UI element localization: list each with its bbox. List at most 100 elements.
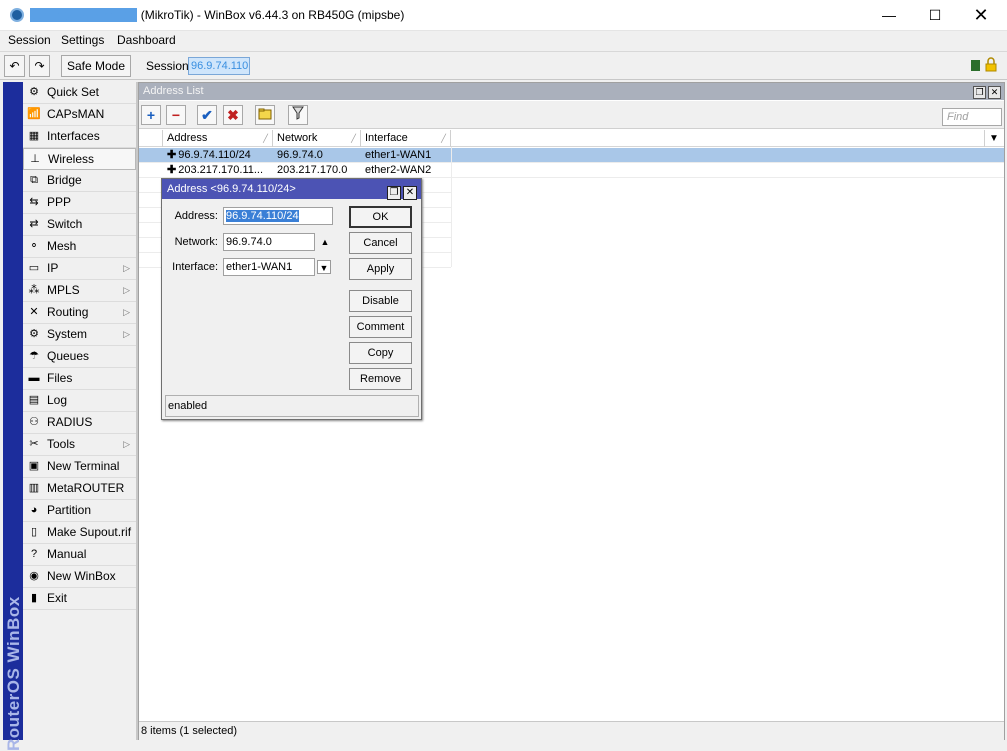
sidebar-item-label: Files [47, 371, 73, 385]
menu-settings[interactable]: Settings [61, 33, 104, 47]
sidebar-item-metarouter[interactable]: ▥ MetaROUTER [23, 478, 136, 500]
sidebar-item-capsman[interactable]: 📶 CAPsMAN [23, 104, 136, 126]
network-expand-icon[interactable]: ▲ [318, 235, 332, 249]
sidebar-item-label: Queues [47, 349, 90, 363]
apply-button[interactable]: Apply [349, 258, 412, 280]
sidebar-item-new-winbox[interactable]: ◉ New WinBox [23, 566, 136, 588]
sidebar-item-label: Exit [47, 591, 68, 605]
session-value[interactable]: 96.9.74.110 [188, 57, 250, 75]
sidebar-item-mesh[interactable]: ⚬ Mesh [23, 236, 136, 258]
disable-x-icon[interactable]: ✖ [223, 105, 243, 125]
submenu-arrow-icon: ▷ [123, 439, 130, 449]
column-address[interactable]: Address ╱ [163, 130, 273, 147]
address-plus-icon: ✚ [167, 149, 177, 161]
sidebar-item-radius[interactable]: ⚇ RADIUS [23, 412, 136, 434]
cancel-button[interactable]: Cancel [349, 232, 412, 254]
comment-button[interactable]: Comment [349, 316, 412, 338]
network-field[interactable]: 96.9.74.0 [223, 233, 315, 251]
column-interface-label: Interface [365, 132, 408, 144]
window-close-icon[interactable]: ✕ [988, 86, 1001, 99]
sidebar-item-ip[interactable]: ▭ IP ▷ [23, 258, 136, 280]
submenu-arrow-icon: ▷ [123, 329, 130, 339]
sidebar-item-ppp[interactable]: ⇆ PPP [23, 192, 136, 214]
files-icon: ▬ [28, 372, 40, 384]
ppp-icon: ⇆ [29, 196, 39, 208]
interface-dropdown-icon[interactable]: ▼ [317, 260, 331, 274]
ok-button[interactable]: OK [349, 206, 412, 228]
sidebar-item-make-supout-rif[interactable]: ▯ Make Supout.rif [23, 522, 136, 544]
interface-select[interactable]: ether1-WAN1 [223, 258, 315, 276]
sidebar-item-exit[interactable]: ▮ Exit [23, 588, 136, 610]
column-address-label: Address [167, 132, 208, 144]
sidebar-item-label: Partition [47, 503, 92, 517]
sidebar-item-wireless[interactable]: ⊥ Wireless [23, 148, 136, 170]
exit-icon: ▮ [30, 592, 38, 604]
comment-icon[interactable] [255, 105, 275, 125]
column-interface[interactable]: Interface ╱ [361, 130, 451, 147]
address-list-status: 8 items (1 selected) [139, 721, 1004, 740]
address-list-titlebar: Address List ❐ ✕ [139, 83, 1004, 100]
sort-arrow-icon: ╱ [351, 134, 356, 143]
add-icon[interactable]: + [141, 105, 161, 125]
sidebar-item-mpls[interactable]: ⁂ MPLS ▷ [23, 280, 136, 302]
supout-icon: ▯ [30, 526, 38, 538]
sidebar-item-system[interactable]: ⚙ System ▷ [23, 324, 136, 346]
copy-button[interactable]: Copy [349, 342, 412, 364]
bridge-icon: ⧉ [30, 174, 38, 186]
sidebar-item-label: System [47, 327, 88, 341]
find-input[interactable]: Find [942, 108, 1002, 126]
filter-icon[interactable] [288, 105, 308, 125]
sidebar-item-quick-set[interactable]: ⚙ Quick Set [23, 82, 136, 104]
sidebar-item-routing[interactable]: ✕ Routing ▷ [23, 302, 136, 324]
sidebar-item-manual[interactable]: ? Manual [23, 544, 136, 566]
row-address-cell: ✚ 96.9.74.110/24 [163, 148, 273, 163]
sidebar-item-tools[interactable]: ✂ Tools ▷ [23, 434, 136, 456]
submenu-arrow-icon: ▷ [123, 307, 130, 317]
table-row[interactable]: ✚ 203.217.170.11... 203.217.170.0 ether2-… [139, 163, 1004, 178]
sidebar-item-queues[interactable]: ☂ Queues [23, 346, 136, 368]
remove-button[interactable]: Remove [349, 368, 412, 390]
sidebar-item-label: Switch [47, 217, 83, 231]
row-interface: ether2-WAN2 [365, 164, 432, 176]
address-table-header: Address ╱ Network ╱ Interface ╱ ▼ [139, 130, 1004, 147]
safe-mode-button[interactable]: Safe Mode [61, 55, 131, 77]
redo-button[interactable]: ↷ [29, 55, 50, 77]
tools-icon: ✂ [29, 438, 39, 450]
address-field[interactable]: 96.9.74.110/24 [223, 207, 333, 225]
column-menu-icon[interactable]: ▼ [984, 130, 1004, 147]
remove-icon[interactable]: − [166, 105, 186, 125]
capsman-icon: 📶 [27, 108, 41, 120]
window-restore-icon[interactable]: ❐ [973, 86, 986, 99]
column-network[interactable]: Network ╱ [273, 130, 361, 147]
sidebar-item-label: Wireless [48, 152, 95, 166]
enable-check-icon[interactable]: ✔ [197, 105, 217, 125]
column-network-label: Network [277, 132, 318, 144]
address-value: 96.9.74.110/24 [226, 210, 299, 222]
row-address-cell: ✚ 203.217.170.11... [163, 163, 273, 178]
sidebar-item-partition[interactable]: ◕ Partition [23, 500, 136, 522]
table-row[interactable]: ✚ 96.9.74.110/24 96.9.74.0 ether1-WAN1 [139, 148, 1004, 163]
submenu-arrow-icon: ▷ [123, 263, 130, 273]
sidebar-item-switch[interactable]: ⇄ Switch [23, 214, 136, 236]
dialog-restore-icon[interactable]: ❐ [387, 186, 401, 200]
minimize-button[interactable]: — [866, 0, 912, 31]
connection-status-icon [971, 60, 980, 71]
routeros-brand-bar: RouterOS WinBox [3, 82, 23, 751]
sidebar-item-new-terminal[interactable]: ▣ New Terminal [23, 456, 136, 478]
menu-session[interactable]: Session [8, 33, 51, 47]
close-button[interactable]: ✕ [958, 0, 1004, 31]
address-dialog: Address <96.9.74.110/24> ❐ ✕ Address: 96.… [161, 178, 422, 420]
sidebar-item-bridge[interactable]: ⧉ Bridge [23, 170, 136, 192]
sidebar-item-label: Mesh [47, 239, 77, 253]
sidebar-item-interfaces[interactable]: ▦ Interfaces [23, 126, 136, 148]
dialog-close-icon[interactable]: ✕ [403, 186, 417, 200]
disable-button[interactable]: Disable [349, 290, 412, 312]
maximize-button[interactable]: ☐ [912, 0, 958, 31]
address-dialog-titlebar: Address <96.9.74.110/24> ❐ ✕ [162, 179, 421, 200]
undo-button[interactable]: ↶ [4, 55, 25, 77]
sidebar-item-log[interactable]: ▤ Log [23, 390, 136, 412]
sidebar-item-files[interactable]: ▬ Files [23, 368, 136, 390]
interface-label: Interface: [172, 261, 218, 273]
submenu-arrow-icon: ▷ [123, 285, 130, 295]
menu-dashboard[interactable]: Dashboard [117, 33, 176, 47]
